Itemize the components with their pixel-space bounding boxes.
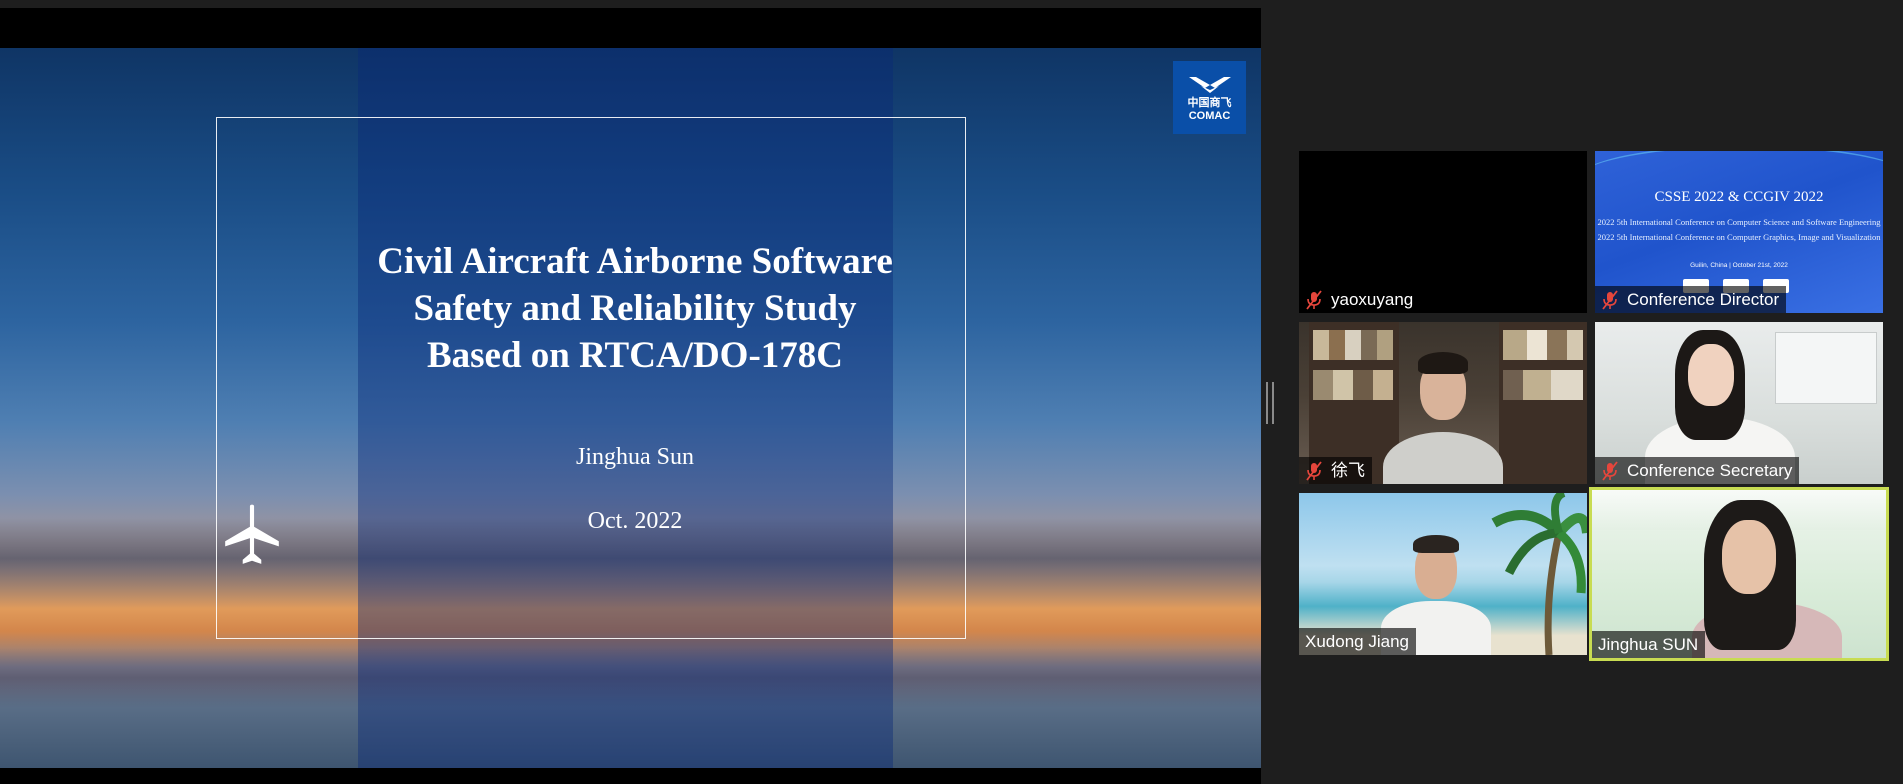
comac-logo: 中国商飞 COMAC (1173, 61, 1246, 134)
participant-name-tag: Xudong Jiang (1299, 628, 1416, 655)
participant-tile[interactable]: CSSE 2022 & CCGIV 2022 2022 5th Internat… (1595, 151, 1883, 313)
shared-screen: 中国商飞 COMAC Civil Aircraft Airborne Softw… (0, 8, 1261, 784)
participant-name: Jinghua SUN (1598, 635, 1699, 654)
slide-author: Jinghua Sun (575, 444, 694, 470)
muted-microphone-icon (1602, 460, 1618, 481)
participant-name-tag: Conference Secretary (1595, 457, 1800, 484)
muted-microphone-icon (1602, 289, 1618, 310)
participant-tile[interactable]: Xudong Jiang (1299, 493, 1587, 655)
logo-text-en: COMAC (1188, 109, 1231, 122)
comac-wing-icon (1188, 76, 1231, 93)
participant-name: 徐飞 (1331, 461, 1365, 480)
participant-name-tag: Conference Director (1595, 286, 1787, 313)
slide-date: Oct. 2022 (587, 508, 683, 534)
person-hair (1413, 535, 1459, 553)
slide-title-line: Based on RTCA/DO-178C (426, 335, 843, 376)
presentation-slide: 中国商飞 COMAC Civil Aircraft Airborne Softw… (0, 48, 1261, 768)
person-hair (1418, 352, 1468, 374)
conference-banner-date: Guilin, China | October 21st, 2022 (1690, 262, 1788, 269)
airplane-icon (225, 504, 279, 564)
panel-resize-handle[interactable] (1266, 382, 1274, 424)
slide-title-line: Safety and Reliability Study (413, 288, 857, 329)
conference-banner-title: CSSE 2022 & CCGIV 2022 (1654, 189, 1824, 205)
slide-title-line: Civil Aircraft Airborne Software (377, 241, 893, 282)
muted-microphone-icon (1306, 289, 1322, 310)
person-face (1688, 344, 1734, 406)
participant-tile-active-speaker[interactable]: Jinghua SUN (1589, 487, 1889, 661)
participant-name-tag: 徐飞 (1299, 457, 1372, 484)
participant-name: yaoxuyang (1331, 290, 1414, 309)
slide-title: Civil Aircraft Airborne Software Safety … (300, 238, 970, 379)
participant-name-tag: Jinghua SUN (1592, 631, 1706, 658)
participant-name-tag: yaoxuyang (1299, 286, 1421, 313)
participant-tile[interactable]: 徐飞 (1299, 322, 1587, 484)
conference-banner-line: 2022 5th International Conference on Com… (1597, 232, 1881, 242)
person-face (1722, 520, 1776, 594)
logo-text-cn: 中国商飞 (1187, 96, 1232, 109)
participant-name: Xudong Jiang (1305, 632, 1409, 651)
participant-name: Conference Secretary (1627, 461, 1793, 480)
participant-tile[interactable]: Conference Secretary (1595, 322, 1883, 484)
palm-tree-icon (1491, 493, 1587, 655)
muted-microphone-icon (1306, 460, 1322, 481)
participant-tile[interactable]: yaoxuyang (1299, 151, 1587, 313)
participant-name: Conference Director (1627, 290, 1780, 309)
person-body (1383, 432, 1503, 484)
conference-banner-line: 2022 5th International Conference on Com… (1597, 217, 1881, 227)
